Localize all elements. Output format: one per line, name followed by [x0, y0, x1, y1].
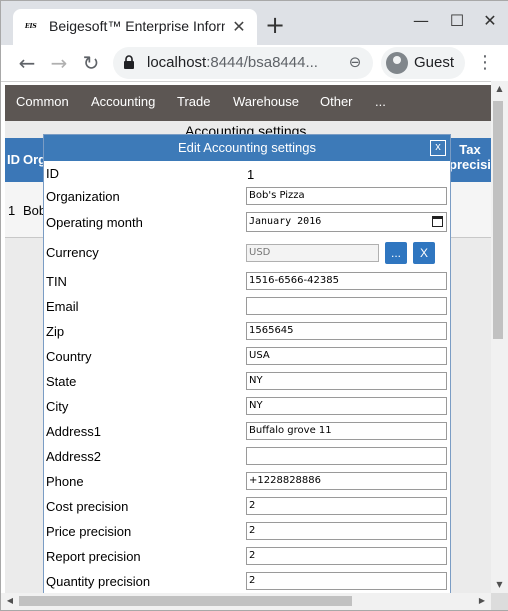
back-icon[interactable]: ←: [15, 51, 39, 75]
scroll-up-icon[interactable]: ▲: [491, 83, 508, 95]
menu-item-more[interactable]: ...: [375, 94, 386, 109]
cost-precision-label: Cost precision: [46, 499, 129, 514]
app-menu-bar: Common Accounting Trade Warehouse Other …: [5, 85, 491, 121]
city-label: City: [46, 399, 69, 414]
column-header-tax-precision: Tax precision: [449, 142, 491, 172]
scroll-right-icon[interactable]: ▶: [476, 595, 488, 607]
tab-title: Beigesoft™ Enterprise Information System: [49, 18, 225, 34]
forward-icon[interactable]: →: [47, 51, 71, 75]
eis-favicon-icon: EIS: [25, 23, 37, 30]
tin-input[interactable]: 1516-6566-42385: [246, 272, 447, 290]
id-value: 1: [247, 167, 255, 182]
currency-clear-button[interactable]: X: [413, 242, 435, 264]
phone-label: Phone: [46, 474, 84, 489]
maximize-icon[interactable]: ☐: [447, 11, 467, 31]
zoom-icon[interactable]: ⊖: [345, 53, 365, 73]
url-text: localhost:8444/bsa8444...: [147, 54, 337, 71]
guest-avatar-icon: [386, 52, 408, 74]
scrollbar-corner: [491, 593, 508, 610]
dialog-close-button[interactable]: x: [430, 140, 446, 156]
tab-strip: EIS Beigesoft™ Enterprise Information Sy…: [1, 1, 508, 45]
vertical-scrollbar[interactable]: ▲ ▼: [491, 81, 508, 593]
minimize-icon[interactable]: —: [411, 11, 431, 31]
scroll-down-icon[interactable]: ▼: [491, 579, 508, 591]
price-precision-input[interactable]: 2: [246, 522, 447, 540]
url-host: localhost: [147, 54, 207, 71]
address2-input[interactable]: [246, 447, 447, 465]
operating-month-label: Operating month: [46, 215, 143, 230]
calendar-icon[interactable]: [432, 216, 443, 227]
id-label: ID: [46, 166, 59, 181]
report-precision-label: Report precision: [46, 549, 141, 564]
dialog-header: Edit Accounting settings x: [44, 135, 450, 161]
quantity-precision-input[interactable]: 2: [246, 572, 447, 590]
column-header-id: ID: [7, 152, 20, 167]
email-label: Email: [46, 299, 79, 314]
email-input[interactable]: [246, 297, 447, 315]
url-path: :8444/bsa8444...: [206, 54, 318, 71]
currency-label: Currency: [46, 245, 99, 260]
browser-menu-icon[interactable]: ⋮: [475, 51, 495, 75]
address2-label: Address2: [46, 449, 101, 464]
quantity-precision-label: Quantity precision: [46, 574, 151, 589]
horizontal-scrollbar[interactable]: ◀ ▶: [1, 593, 491, 610]
tin-label: TIN: [46, 274, 67, 289]
country-input[interactable]: USA: [246, 347, 447, 365]
cost-precision-input[interactable]: 2: [246, 497, 447, 515]
menu-item-accounting[interactable]: Accounting: [91, 94, 155, 109]
menu-item-common[interactable]: Common: [16, 94, 69, 109]
operating-month-input[interactable]: January 2016: [246, 212, 447, 232]
zip-label: Zip: [46, 324, 65, 339]
country-label: Country: [46, 349, 92, 364]
new-tab-icon[interactable]: +: [263, 13, 287, 37]
city-input[interactable]: NY: [246, 397, 447, 415]
phone-input[interactable]: +1228828886: [246, 472, 447, 490]
price-precision-label: Price precision: [46, 524, 132, 539]
browser-window: EIS Beigesoft™ Enterprise Information Sy…: [0, 0, 508, 611]
browser-tab[interactable]: EIS Beigesoft™ Enterprise Information Sy…: [13, 9, 257, 45]
edit-accounting-settings-dialog: Edit Accounting settings x ID 1 Organiza…: [43, 134, 451, 593]
cell-id: 1: [8, 203, 16, 218]
address1-input[interactable]: Buffalo grove 11: [246, 422, 447, 440]
browser-toolbar: ← → ↻ localhost:8444/bsa8444... ⊖ Guest …: [1, 45, 508, 81]
zip-input[interactable]: 1565645: [246, 322, 447, 340]
lock-icon: [124, 55, 134, 69]
horizontal-scroll-thumb[interactable]: [19, 596, 352, 606]
organization-input[interactable]: Bob's Pizza: [246, 187, 447, 205]
profile-name: Guest: [414, 54, 455, 71]
dialog-title: Edit Accounting settings: [177, 140, 317, 155]
menu-item-other[interactable]: Other: [320, 94, 353, 109]
profile-button[interactable]: Guest: [381, 47, 465, 79]
close-window-icon[interactable]: ✕: [480, 11, 500, 31]
menu-item-warehouse[interactable]: Warehouse: [233, 94, 299, 109]
reload-icon[interactable]: ↻: [79, 51, 103, 75]
currency-input[interactable]: USD: [246, 244, 379, 262]
menu-item-trade[interactable]: Trade: [177, 94, 210, 109]
vertical-scroll-thumb[interactable]: [493, 101, 503, 339]
currency-pick-button[interactable]: ...: [385, 242, 407, 264]
scroll-left-icon[interactable]: ◀: [4, 595, 16, 607]
report-precision-input[interactable]: 2: [246, 547, 447, 565]
state-label: State: [46, 374, 77, 389]
address1-label: Address1: [46, 424, 101, 439]
state-input[interactable]: NY: [246, 372, 447, 390]
page-viewport: Common Accounting Trade Warehouse Other …: [1, 81, 491, 593]
address-bar[interactable]: localhost:8444/bsa8444... ⊖: [113, 47, 373, 79]
close-tab-icon[interactable]: ✕: [229, 17, 249, 37]
organization-label: Organization: [46, 189, 120, 204]
operating-month-value: January 2016: [249, 216, 322, 227]
